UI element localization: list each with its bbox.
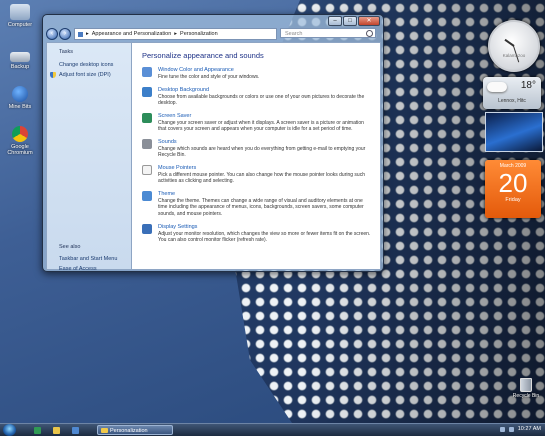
see-also-link-taskbar[interactable]: Taskbar and Start Menu: [59, 256, 117, 262]
calendar-day: 20: [498, 168, 528, 198]
close-button[interactable]: ✕: [358, 16, 380, 26]
tray-clock[interactable]: 10:27 AM: [518, 426, 541, 432]
desktop-icon-backup[interactable]: Backup: [0, 48, 40, 70]
desktop-icon-mine-bits[interactable]: Mine Bits: [0, 86, 40, 110]
breadcrumb-item[interactable]: Appearance and Personalization: [92, 31, 172, 37]
monitor-icon: [142, 224, 152, 234]
weather-gadget[interactable]: 18° Lennox, Hitc: [483, 77, 541, 109]
computer-icon: [10, 4, 30, 20]
taskbar: Personalization 10:27 AM: [0, 423, 545, 436]
item-description: Pick a different mouse pointer. You can …: [158, 172, 365, 185]
globe-icon: [12, 86, 28, 102]
theme-icon: [142, 191, 152, 201]
item-link[interactable]: Desktop Background: [158, 87, 209, 93]
minimize-button[interactable]: –: [328, 16, 342, 26]
mouse-pointer-icon: [142, 165, 152, 175]
window-titlebar[interactable]: – □ ✕: [43, 15, 383, 27]
item-description: Fine tune the color and style of your wi…: [158, 74, 260, 80]
speaker-icon: [142, 139, 152, 149]
switch-windows-icon[interactable]: [72, 427, 79, 434]
weather-city: Lennox, Hitc: [498, 98, 526, 104]
tray-network-icon[interactable]: [499, 426, 505, 432]
desktop-background-icon: [142, 87, 152, 97]
desktop-icon-label: Computer: [7, 22, 33, 28]
cloud-icon: [487, 82, 507, 92]
taskbar-button-personalization[interactable]: Personalization: [97, 425, 173, 435]
show-desktop-icon[interactable]: [53, 427, 60, 434]
breadcrumb-item[interactable]: Personalization: [180, 31, 218, 37]
item-description: Change which sounds are heard when you d…: [158, 146, 366, 159]
see-also-heading: See also: [59, 244, 81, 250]
item-description: Change the theme. Themes can change a wi…: [158, 198, 364, 217]
desktop-icon-label: Mine Bits: [8, 104, 32, 110]
screen-saver-icon: [142, 113, 152, 123]
folder-icon: [101, 428, 108, 433]
clock-label: Kalamazoo: [502, 53, 526, 58]
window-controls: – □ ✕: [328, 16, 380, 26]
quicklaunch-icon[interactable]: [34, 427, 41, 434]
backup-drive-icon: [10, 52, 30, 62]
desktop-icon-computer[interactable]: Computer: [0, 4, 40, 28]
shield-icon: [50, 72, 56, 78]
item-link[interactable]: Screen Saver: [158, 113, 191, 119]
search-icon: [366, 30, 373, 37]
maximize-button[interactable]: □: [343, 16, 357, 26]
start-button[interactable]: [3, 424, 16, 436]
task-link-change-desktop-icons[interactable]: Change desktop icons: [59, 62, 113, 68]
tray-volume-icon[interactable]: [508, 426, 514, 432]
desktop-icon-chromium[interactable]: Google Chromium: [0, 126, 40, 156]
item-description: Change your screen saver or adjust when …: [158, 120, 364, 133]
back-button[interactable]: ‹: [46, 28, 58, 40]
address-row: ‹ › ▸ Appearance and Personalization ▸ P…: [46, 28, 380, 40]
item-description: Choose from available backgrounds or col…: [158, 94, 365, 107]
item-link[interactable]: Sounds: [158, 139, 177, 145]
window-color-icon: [142, 67, 152, 77]
item-link[interactable]: Mouse Pointers: [158, 165, 196, 171]
weather-temperature: 18°: [520, 80, 536, 91]
page-title: Personalize appearance and sounds: [142, 51, 264, 60]
personalization-window: – □ ✕ ‹ › ▸ Appearance and Personalizati…: [42, 14, 384, 272]
content-pane: Personalize appearance and sounds Window…: [131, 42, 381, 270]
search-placeholder: Search: [285, 31, 303, 37]
task-pane: Tasks Change desktop icons Adjust font s…: [46, 42, 132, 272]
desktop-icon-recycle-bin[interactable]: Recycle Bin: [512, 378, 540, 399]
taskbar-button-label: Personalization: [110, 428, 148, 434]
item-link[interactable]: Window Color and Appearance: [158, 67, 234, 73]
control-panel-icon: [78, 31, 83, 37]
calendar-weekday: Friday: [505, 197, 521, 203]
item-link[interactable]: Theme: [158, 191, 175, 197]
task-link-adjust-font-size[interactable]: Adjust font size (DPI): [59, 72, 111, 78]
forward-button[interactable]: ›: [59, 28, 71, 40]
breadcrumb-separator: ▸: [174, 31, 178, 37]
item-link[interactable]: Display Settings: [158, 224, 197, 230]
system-tray: 10:27 AM: [499, 426, 541, 432]
tasks-heading: Tasks: [59, 49, 74, 55]
clock-gadget[interactable]: Kalamazoo: [488, 20, 540, 72]
search-input[interactable]: Search: [280, 28, 376, 38]
desktop-icon-label: Backup: [10, 64, 30, 70]
desktop-icon-label: Recycle Bin: [512, 393, 540, 399]
address-bar[interactable]: ▸ Appearance and Personalization ▸ Perso…: [74, 28, 277, 40]
chromium-icon: [12, 126, 28, 142]
breadcrumb-separator: ▸: [86, 31, 89, 37]
desktop-icon-label: Google Chromium: [7, 144, 33, 156]
see-also-link-ease-of-access[interactable]: Ease of Access: [59, 266, 97, 272]
item-description: Adjust your monitor resolution, which ch…: [158, 231, 371, 244]
calendar-gadget[interactable]: March 2009 20 Friday: [485, 160, 541, 218]
slideshow-gadget[interactable]: [485, 112, 543, 152]
recycle-bin-icon: [520, 378, 532, 392]
